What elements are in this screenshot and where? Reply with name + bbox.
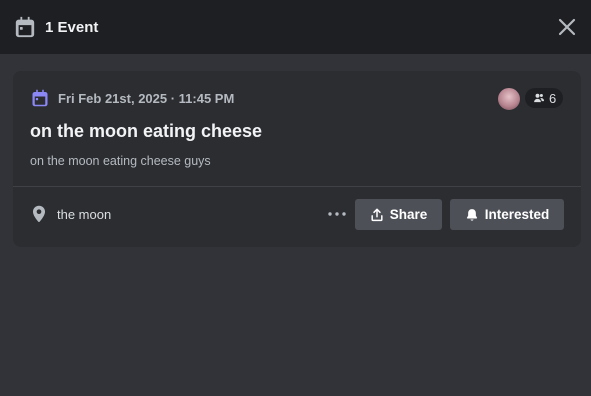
- calendar-icon: [32, 89, 48, 107]
- close-icon[interactable]: [555, 15, 579, 39]
- more-dots-icon[interactable]: [326, 206, 348, 222]
- bell-icon: [466, 208, 477, 221]
- event-title: on the moon eating cheese: [30, 121, 263, 141]
- interested-label: Interested: [484, 207, 550, 222]
- people-icon: [534, 93, 545, 103]
- event-description: on the moon eating cheese guys: [30, 154, 211, 168]
- attendee-count: 6: [549, 90, 557, 106]
- interested-button[interactable]: Interested: [450, 199, 564, 230]
- calendar-icon: [15, 16, 35, 38]
- event-date-row: Fri Feb 21st, 2025 · 11:45 PM: [31, 89, 234, 107]
- card-divider: [13, 186, 581, 187]
- attendee-avatar[interactable]: [497, 87, 521, 111]
- modal-title: 1 Event: [45, 18, 99, 36]
- location-pin-icon: [32, 205, 46, 223]
- event-card[interactable]: Fri Feb 21st, 2025 · 11:45 PM 6 on the m…: [13, 71, 581, 247]
- share-icon: [371, 208, 383, 221]
- share-label: Share: [389, 207, 428, 222]
- event-location: the moon: [31, 205, 111, 223]
- attendee-count-badge[interactable]: 6: [525, 88, 564, 108]
- modal-header: 1 Event: [0, 0, 591, 54]
- location-text: the moon: [57, 206, 112, 222]
- event-date: Fri Feb 21st, 2025 · 11:45 PM: [58, 90, 235, 106]
- share-button[interactable]: Share: [355, 199, 442, 230]
- event-modal: 1 Event Fri Feb 21st, 2025 · 11:45 PM 6 …: [0, 0, 591, 396]
